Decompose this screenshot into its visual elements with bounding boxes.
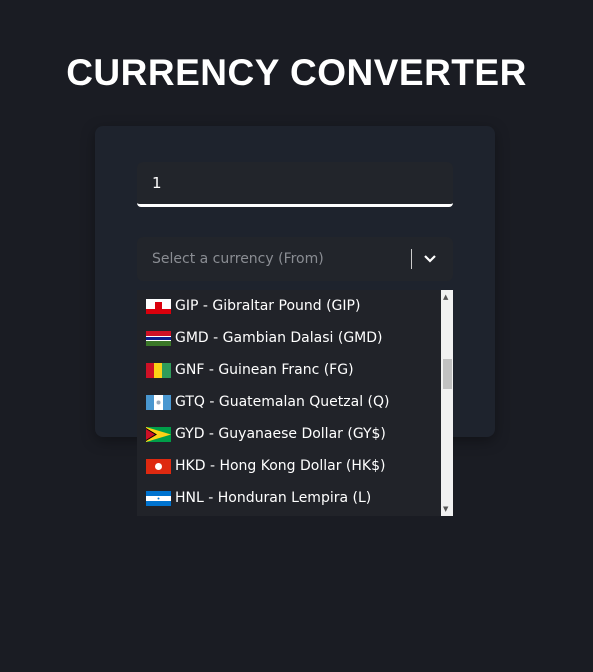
option-gip[interactable]: GIP - Gibraltar Pound (GIP) — [137, 290, 453, 322]
guyana-flag-icon — [146, 426, 171, 442]
currency-dropdown-list: GIP - Gibraltar Pound (GIP) GMD - Gambia… — [137, 290, 453, 516]
option-hkd[interactable]: HKD - Hong Kong Dollar (HK$) — [137, 450, 453, 482]
scroll-down-arrow-icon[interactable]: ▼ — [443, 505, 448, 513]
hong-kong-flag-icon — [146, 458, 171, 474]
amount-input[interactable]: 1 — [137, 162, 453, 207]
select-separator — [411, 249, 412, 269]
scroll-up-arrow-icon[interactable]: ▲ — [443, 293, 448, 301]
option-gmd[interactable]: GMD - Gambian Dalasi (GMD) — [137, 322, 453, 354]
option-gnf[interactable]: GNF - Guinean Franc (FG) — [137, 354, 453, 386]
chevron-down-icon[interactable] — [422, 237, 438, 281]
option-gtq[interactable]: GTQ - Guatemalan Quetzal (Q) — [137, 386, 453, 418]
option-gyd[interactable]: GYD - Guyanaese Dollar (GY$) — [137, 418, 453, 450]
page-title: CURRENCY CONVERTER — [66, 52, 527, 93]
honduras-flag-icon — [146, 490, 171, 506]
dropdown-scrollbar[interactable]: ▲ ▼ — [441, 290, 453, 516]
guatemala-flag-icon — [146, 394, 171, 410]
gambia-flag-icon — [146, 330, 171, 346]
gibraltar-flag-icon — [146, 298, 171, 314]
select-placeholder: Select a currency (From) — [152, 251, 324, 267]
from-currency-select[interactable]: Select a currency (From) — [137, 237, 453, 281]
scrollbar-thumb[interactable] — [443, 359, 452, 389]
option-hnl[interactable]: HNL - Honduran Lempira (L) — [137, 482, 453, 514]
guinea-flag-icon — [146, 362, 171, 378]
